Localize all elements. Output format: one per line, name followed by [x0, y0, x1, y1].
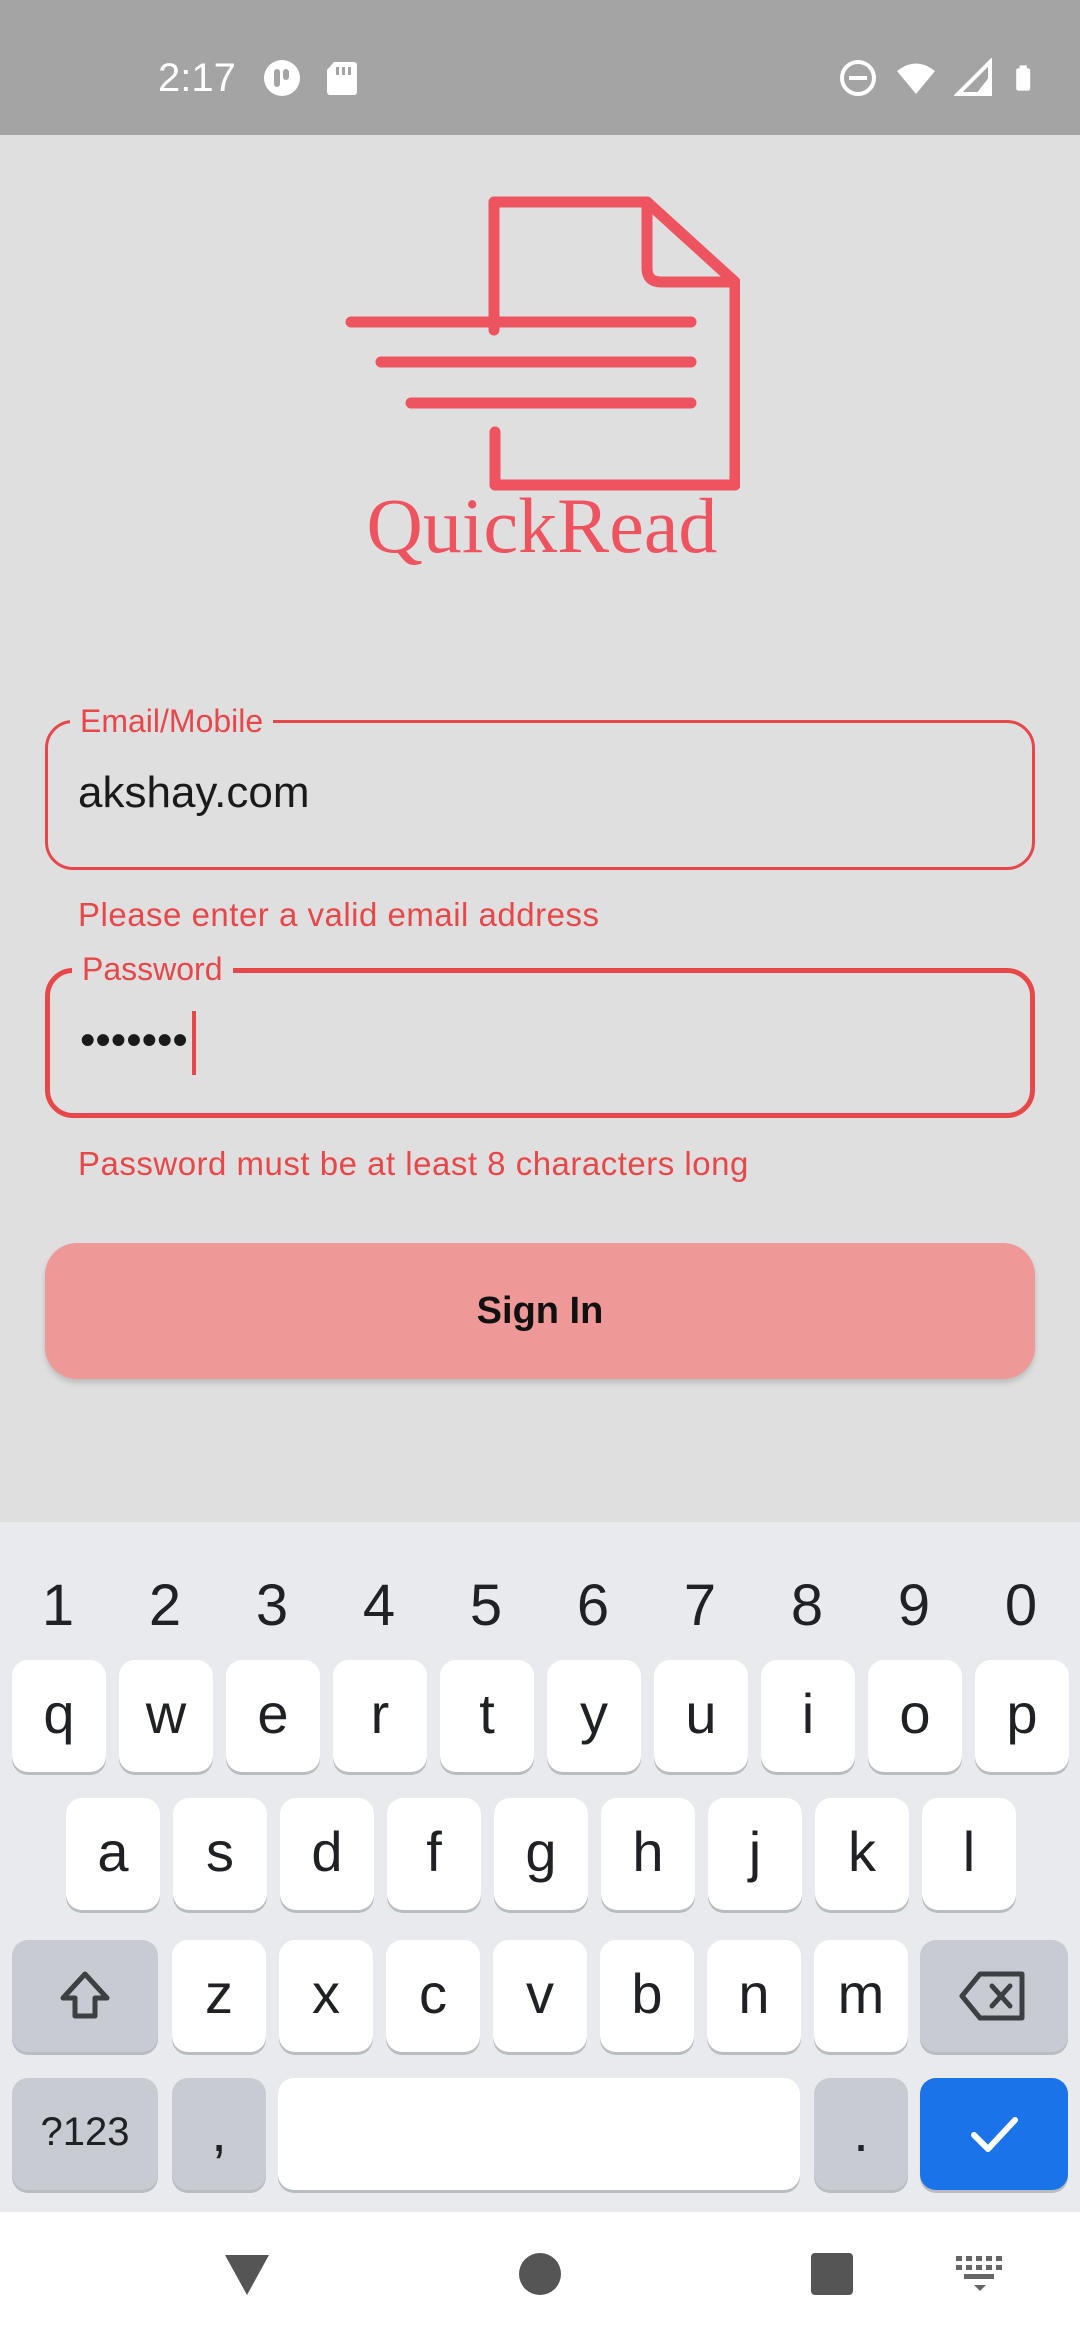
- key-y[interactable]: y: [547, 1660, 641, 1772]
- key-x[interactable]: x: [279, 1940, 373, 2052]
- status-bar: 2:17: [0, 0, 1080, 135]
- key-n[interactable]: n: [707, 1940, 801, 2052]
- password-error-text: Password must be at least 8 characters l…: [78, 1145, 749, 1182]
- app-logo: QuickRead: [345, 196, 740, 569]
- key-c[interactable]: c: [386, 1940, 480, 2052]
- key-i[interactable]: i: [761, 1660, 855, 1772]
- key-b[interactable]: b: [600, 1940, 694, 2052]
- email-error-text: Please enter a valid email address: [78, 896, 600, 933]
- email-field-value: akshay.com: [78, 768, 310, 817]
- number-key-2[interactable]: 2: [115, 1572, 215, 1639]
- text-cursor: [191, 1011, 196, 1075]
- number-key-7[interactable]: 7: [650, 1572, 750, 1639]
- check-icon: [971, 2117, 1018, 2152]
- period-key[interactable]: .: [814, 2078, 908, 2190]
- key-g[interactable]: g: [494, 1798, 588, 1910]
- status-icons-right: [838, 58, 1040, 98]
- symbols-key[interactable]: ?123: [12, 2078, 158, 2190]
- number-key-1[interactable]: 1: [8, 1572, 108, 1639]
- key-o[interactable]: o: [868, 1660, 962, 1772]
- number-key-0[interactable]: 0: [971, 1572, 1071, 1639]
- shift-key[interactable]: [12, 1940, 158, 2052]
- logo-text: QuickRead: [367, 482, 718, 569]
- key-z[interactable]: z: [172, 1940, 266, 2052]
- number-key-4[interactable]: 4: [329, 1572, 429, 1639]
- key-t[interactable]: t: [440, 1660, 534, 1772]
- status-icons-left: [262, 58, 362, 98]
- status-time: 2:17: [158, 56, 236, 100]
- key-q[interactable]: q: [12, 1660, 106, 1772]
- key-d[interactable]: d: [280, 1798, 374, 1910]
- key-u[interactable]: u: [654, 1660, 748, 1772]
- key-j[interactable]: j: [708, 1798, 802, 1910]
- number-key-9[interactable]: 9: [864, 1572, 964, 1639]
- on-screen-keyboard: 1234567890 qwertyuiop asdfghjkl zxcvbnm …: [0, 1522, 1080, 2212]
- space-key[interactable]: [278, 2078, 800, 2190]
- key-s[interactable]: s: [173, 1798, 267, 1910]
- done-key[interactable]: [920, 2078, 1068, 2190]
- number-key-3[interactable]: 3: [222, 1572, 322, 1639]
- key-m[interactable]: m: [814, 1940, 908, 2052]
- keyboard-switch-icon[interactable]: [956, 2256, 1004, 2292]
- comma-key[interactable]: ,: [172, 2078, 266, 2190]
- backspace-icon: [959, 1971, 1025, 2021]
- key-k[interactable]: k: [815, 1798, 909, 1910]
- backspace-key[interactable]: [920, 1940, 1068, 2052]
- key-f[interactable]: f: [387, 1798, 481, 1910]
- do-not-disturb-icon: [840, 60, 876, 96]
- email-field[interactable]: Email/Mobile akshay.com: [45, 701, 1035, 870]
- keyboard-number-row: 1234567890: [0, 1552, 1080, 1662]
- notification-app-icon: [264, 60, 300, 96]
- number-key-6[interactable]: 6: [543, 1572, 643, 1639]
- password-field-label: Password: [72, 949, 233, 989]
- recents-icon[interactable]: [810, 2252, 854, 2296]
- key-w[interactable]: w: [119, 1660, 213, 1772]
- key-a[interactable]: a: [66, 1798, 160, 1910]
- key-r[interactable]: r: [333, 1660, 427, 1772]
- wifi-icon: [897, 63, 935, 94]
- sd-card-icon: [327, 62, 357, 95]
- navigation-bar: [0, 2212, 1080, 2340]
- password-masked-text: •••••••: [80, 1015, 188, 1065]
- key-h[interactable]: h: [601, 1798, 695, 1910]
- email-field-label: Email/Mobile: [70, 701, 274, 741]
- signal-icon: [954, 58, 992, 96]
- password-field[interactable]: Password •••••••: [45, 949, 1035, 1118]
- key-p[interactable]: p: [975, 1660, 1069, 1772]
- key-v[interactable]: v: [493, 1940, 587, 2052]
- battery-icon: [1016, 65, 1031, 91]
- sign-in-button[interactable]: Sign In: [45, 1243, 1035, 1379]
- key-e[interactable]: e: [226, 1660, 320, 1772]
- home-icon[interactable]: [518, 2252, 562, 2296]
- key-l[interactable]: l: [922, 1798, 1016, 1910]
- number-key-5[interactable]: 5: [436, 1572, 536, 1639]
- number-key-8[interactable]: 8: [757, 1572, 857, 1639]
- back-icon[interactable]: [222, 2250, 272, 2300]
- password-field-value: •••••••: [80, 1011, 196, 1075]
- shift-icon: [60, 1971, 110, 2019]
